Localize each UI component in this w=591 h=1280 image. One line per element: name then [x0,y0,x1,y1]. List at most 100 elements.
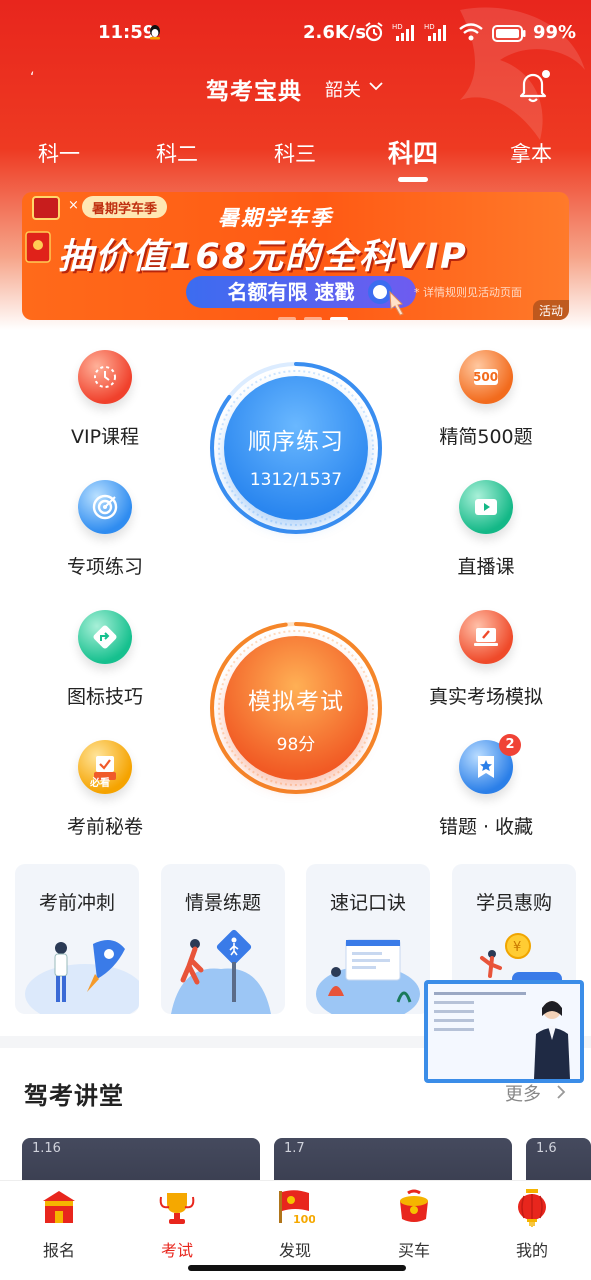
mock-exam-button[interactable]: 模拟考试 98分 [208,620,384,796]
brand-logo [32,196,60,220]
mistakes-favorites-label: 错题 · 收藏 [438,816,534,838]
feature-mistakes-favorites[interactable]: 2 错题 · 收藏 [421,734,551,839]
special-ball [78,480,132,534]
crosswalk-illustration [171,929,271,1014]
svg-text:100: 100 [293,1213,315,1226]
promo-banner[interactable]: × 暑期学车季 暑期学车季 抽价值168元的全科VIP 名额有限 速戳 * 详情… [22,192,569,320]
nav-exam-label: 考试 [160,1241,193,1260]
chevron-right-icon[interactable] [554,1084,568,1100]
sign-arrow-icon [93,625,117,649]
floating-live-video[interactable] [424,980,584,1083]
clock-icon [94,366,116,388]
sign-tips-label: 图标技巧 [66,686,143,708]
lecture-date: 1.6 [536,1141,557,1156]
nav-signup-label: 报名 [42,1241,75,1260]
mock-exam-label: 模拟考试 [248,689,344,715]
reading-illustration [316,939,420,1014]
sequence-progress-text: 1312/1537 [249,470,343,490]
special-practice-label: 专项练习 [66,556,143,578]
banner-pagination [278,306,356,320]
card-scenario-practice[interactable]: 情景练题 [161,864,285,1014]
feature-live-class[interactable]: 直播课 [421,480,551,579]
tab-indicator [398,177,428,182]
sequence-practice-button[interactable]: 顺序练习 1312/1537 [208,360,384,536]
video-play-icon [475,499,497,515]
card-mnemonics-label: 速记口诀 [329,892,406,914]
svg-text:HD: HD [424,23,435,31]
card-scenario-label: 情景练题 [184,892,261,914]
card-mnemonics[interactable]: 速记口诀 [306,864,430,1014]
tab-subject-4[interactable]: 科四 [378,134,448,170]
qq-penguin-icon [150,25,160,40]
vip-course-label: VIP课程 [70,426,140,448]
feature-500-questions[interactable]: 500 精简500题 [421,350,551,449]
real-exam-ball [459,610,513,664]
secret-papers-label: 考前秘卷 [66,816,143,838]
bell-icon[interactable] [515,68,551,104]
back-mark[interactable]: ‘ [30,70,34,86]
q500-badge-text: 500 [473,370,499,384]
nav-signup[interactable]: 报名 [19,1187,99,1261]
banner-tag: 暑期学车季 [82,196,168,218]
secret-ball: 必看 [78,740,132,794]
mock-exam-score: 98分 [276,735,316,755]
svg-text:¥: ¥ [513,940,521,955]
subject-tabs: 科一 科二 科三 科四 拿本 [0,128,591,188]
lecture-date: 1.7 [284,1141,305,1156]
lecture-date: 1.16 [32,1141,61,1156]
signal-icon: HD [424,23,446,41]
title-bar: ‘ 驾考宝典 韶关 [0,64,591,112]
mistakes-count-badge: 2 [499,734,521,756]
nav-profile[interactable]: 我的 [492,1187,572,1261]
banner-cross: × [68,198,79,213]
nav-discover-label: 发现 [278,1241,311,1260]
status-bar: 11:59 2.6K/s HD HD 99% [0,0,591,64]
battery-icon [492,25,526,42]
rocket-illustration [25,940,139,1014]
svg-text:HD: HD [392,23,403,31]
alarm-icon [365,22,383,42]
red-envelope-icon [25,231,51,263]
gift-box-icon [400,1189,428,1222]
nav-exam[interactable]: 考试 [137,1187,217,1261]
mock-exam-core: 模拟考试 98分 [224,636,368,780]
status-battery: 99% [533,22,577,43]
wifi-icon [459,23,483,41]
tab-get-license[interactable]: 拿本 [496,138,566,168]
trophy-icon [159,1193,195,1224]
sequence-core: 顺序练习 1312/1537 [224,376,368,520]
status-net-speed: 2.6K/s [303,22,367,43]
secret-badge-text: 必看 [90,778,110,789]
nav-discover[interactable]: 100 发现 [255,1187,335,1261]
signal-icon: HD [392,23,414,41]
signs-ball [78,610,132,664]
chevron-down-icon[interactable] [368,78,384,94]
sequence-label: 顺序练习 [248,429,344,455]
target-icon [92,494,118,520]
feature-real-exam[interactable]: 真实考场模拟 [421,610,551,709]
video-slide-lines [434,992,534,1031]
lecture-more-link[interactable]: 更多 [505,1080,541,1106]
app-title: 驾考宝典 [206,79,302,105]
nav-buy-car[interactable]: 买车 [374,1187,454,1261]
banner-corner-label: 活动 [532,300,569,320]
city-selector[interactable]: 韶关 [325,76,361,102]
tab-subject-2[interactable]: 科二 [142,138,212,168]
laptop-pen-icon [474,628,498,646]
app-screen: 11:59 2.6K/s HD HD 99% ‘ 驾考宝典 韶关 科一 科二 科… [0,0,591,1280]
real-exam-label: 真实考场模拟 [428,686,543,708]
feature-secret-papers[interactable]: 必看 考前秘卷 [40,740,170,839]
presenter-figure [534,1001,570,1079]
gesture-home-bar[interactable] [188,1265,406,1271]
hand-pointer-icon [389,290,404,316]
q500-label: 精简500题 [439,426,533,448]
feature-sign-tips[interactable]: 图标技巧 [40,610,170,709]
vip-ball [78,350,132,404]
feature-vip-course[interactable]: VIP课程 [40,350,170,449]
nav-profile-label: 我的 [515,1241,548,1260]
card-final-sprint[interactable]: 考前冲刺 [15,864,139,1014]
tab-subject-1[interactable]: 科一 [24,138,94,168]
card-student-deals-label: 学员惠购 [475,892,552,914]
feature-special-practice[interactable]: 专项练习 [40,480,170,579]
tab-subject-3[interactable]: 科三 [260,138,330,168]
